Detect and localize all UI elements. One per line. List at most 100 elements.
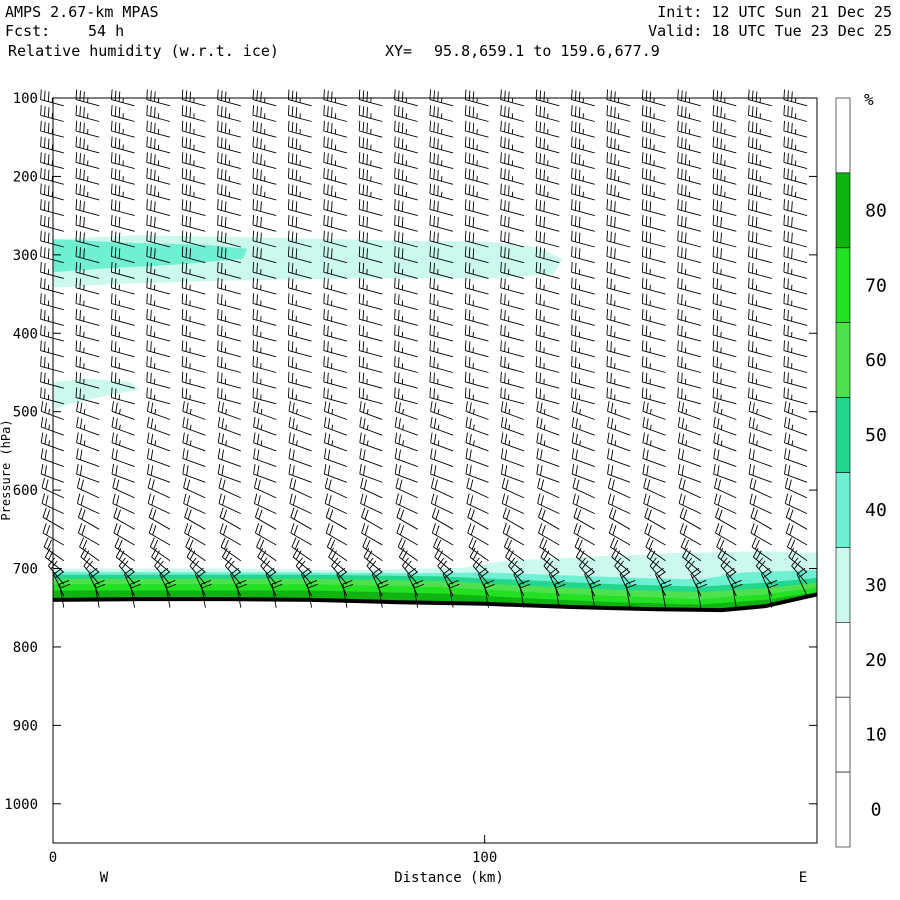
y-tick-label-200: 200 <box>13 169 38 185</box>
wind-barb-20-22 <box>748 432 772 452</box>
wind-barb-17-7 <box>641 199 666 217</box>
wind-barb-21-24 <box>784 463 808 483</box>
wind-barb-19-1 <box>712 105 737 122</box>
wind-barb-14-1 <box>535 105 560 122</box>
wind-barb-9-17 <box>358 356 383 373</box>
wind-barb-14-27 <box>538 507 560 530</box>
wind-barb-11-4 <box>429 152 454 170</box>
wind-barb-8-13 <box>323 293 348 311</box>
wind-barb-1-2 <box>75 120 100 138</box>
wind-barb-10-24 <box>394 463 418 483</box>
wind-barb-10-18 <box>394 371 418 389</box>
wind-barb-14-17 <box>535 356 560 373</box>
wind-barb-15-20 <box>571 401 595 420</box>
wind-barb-7-15 <box>287 324 312 342</box>
wind-barb-20-5 <box>748 167 772 185</box>
wind-barb-8-2 <box>323 120 348 138</box>
wind-barb-11-12 <box>429 277 454 295</box>
wind-barb-12-13 <box>464 293 489 311</box>
wind-barb-18-9 <box>677 230 702 248</box>
wind-barb-16-6 <box>606 183 631 201</box>
colorbar-label-70: 70 <box>865 275 887 296</box>
wind-barb-12-14 <box>464 308 489 326</box>
wind-barb-19-3 <box>712 136 737 154</box>
wind-barb-17-14 <box>641 308 666 326</box>
wind-barb-14-29 <box>539 537 560 562</box>
wind-barb-18-24 <box>677 463 702 483</box>
wind-barb-7-4 <box>287 152 312 170</box>
wind-barb-5-17 <box>217 356 241 373</box>
wind-barb-14-5 <box>535 167 560 185</box>
wind-barb-1-27 <box>77 507 100 530</box>
wind-barb-14-22 <box>536 432 560 452</box>
wind-barb-12-12 <box>464 277 489 295</box>
wind-barb-17-12 <box>641 277 666 295</box>
wind-barb-18-11 <box>677 261 702 279</box>
wind-barb-5-5 <box>217 167 241 185</box>
wind-barbs-layer <box>40 89 808 608</box>
wind-barb-10-12 <box>394 277 418 295</box>
wind-barb-5-13 <box>217 293 241 311</box>
wind-barb-10-19 <box>394 387 418 405</box>
wind-barb-4-17 <box>181 356 206 373</box>
wind-barb-21-23 <box>784 448 808 468</box>
wind-barb-18-21 <box>677 416 702 436</box>
wind-barb-2-24 <box>111 463 135 483</box>
wind-barb-18-19 <box>677 387 702 405</box>
wind-barb-6-17 <box>252 356 277 373</box>
wind-barb-8-23 <box>323 448 348 468</box>
wind-barb-10-1 <box>394 105 418 122</box>
wind-barb-4-18 <box>181 371 206 389</box>
wind-barb-9-19 <box>358 387 383 405</box>
wind-barb-4-14 <box>181 308 206 326</box>
wind-barb-11-29 <box>433 537 454 562</box>
wind-barb-4-29 <box>185 537 206 562</box>
wind-barb-9-6 <box>358 183 383 201</box>
wind-barb-5-22 <box>217 432 241 452</box>
wind-barb-12-20 <box>465 401 489 420</box>
wind-barb-6-22 <box>253 432 277 452</box>
wind-barb-14-2 <box>535 120 560 138</box>
wind-barb-3-19 <box>146 387 171 405</box>
wind-barb-20-16 <box>748 340 772 358</box>
wind-barb-18-18 <box>677 371 702 389</box>
wind-barb-7-14 <box>287 308 312 326</box>
wind-barb-16-11 <box>606 261 631 279</box>
wind-barb-19-12 <box>712 277 737 295</box>
wind-barb-19-7 <box>712 199 737 217</box>
wind-barb-20-2 <box>748 120 772 138</box>
colorbar-bin-10 <box>835 696 851 773</box>
wind-barb-21-12 <box>783 277 808 295</box>
wind-barb-6-19 <box>252 387 277 405</box>
wind-barb-5-29 <box>220 537 242 562</box>
wind-barb-16-14 <box>606 308 631 326</box>
y-tick-label-300: 300 <box>13 248 38 264</box>
wind-barb-20-7 <box>748 199 772 217</box>
wind-barb-8-21 <box>323 416 348 436</box>
wind-barb-14-7 <box>535 199 560 217</box>
wind-barb-13-23 <box>500 448 525 468</box>
wind-barb-18-1 <box>677 105 702 122</box>
wind-barb-6-20 <box>253 401 277 420</box>
wind-barb-13-16 <box>500 340 525 358</box>
wind-barb-19-23 <box>713 448 737 468</box>
wind-barb-11-22 <box>430 432 454 452</box>
wind-barb-16-17 <box>606 356 631 373</box>
wind-barb-12-24 <box>465 463 489 483</box>
wind-barb-11-23 <box>430 448 454 468</box>
wind-barb-3-27 <box>148 507 171 530</box>
wind-barb-17-19 <box>641 387 666 405</box>
wind-barb-20-1 <box>748 105 772 122</box>
wind-barb-13-22 <box>500 432 525 452</box>
wind-barb-16-3 <box>606 136 631 154</box>
wind-barb-4-3 <box>181 136 206 154</box>
wind-barb-13-3 <box>500 136 525 154</box>
wind-barb-6-24 <box>253 463 277 483</box>
wind-barb-13-29 <box>503 537 525 562</box>
wind-barb-17-13 <box>641 293 666 311</box>
colorbar-label-50: 50 <box>865 425 887 446</box>
wind-barb-4-6 <box>181 183 206 201</box>
wind-barb-3-14 <box>146 308 171 326</box>
wind-barb-21-6 <box>783 183 808 201</box>
wind-barb-14-20 <box>536 401 560 420</box>
